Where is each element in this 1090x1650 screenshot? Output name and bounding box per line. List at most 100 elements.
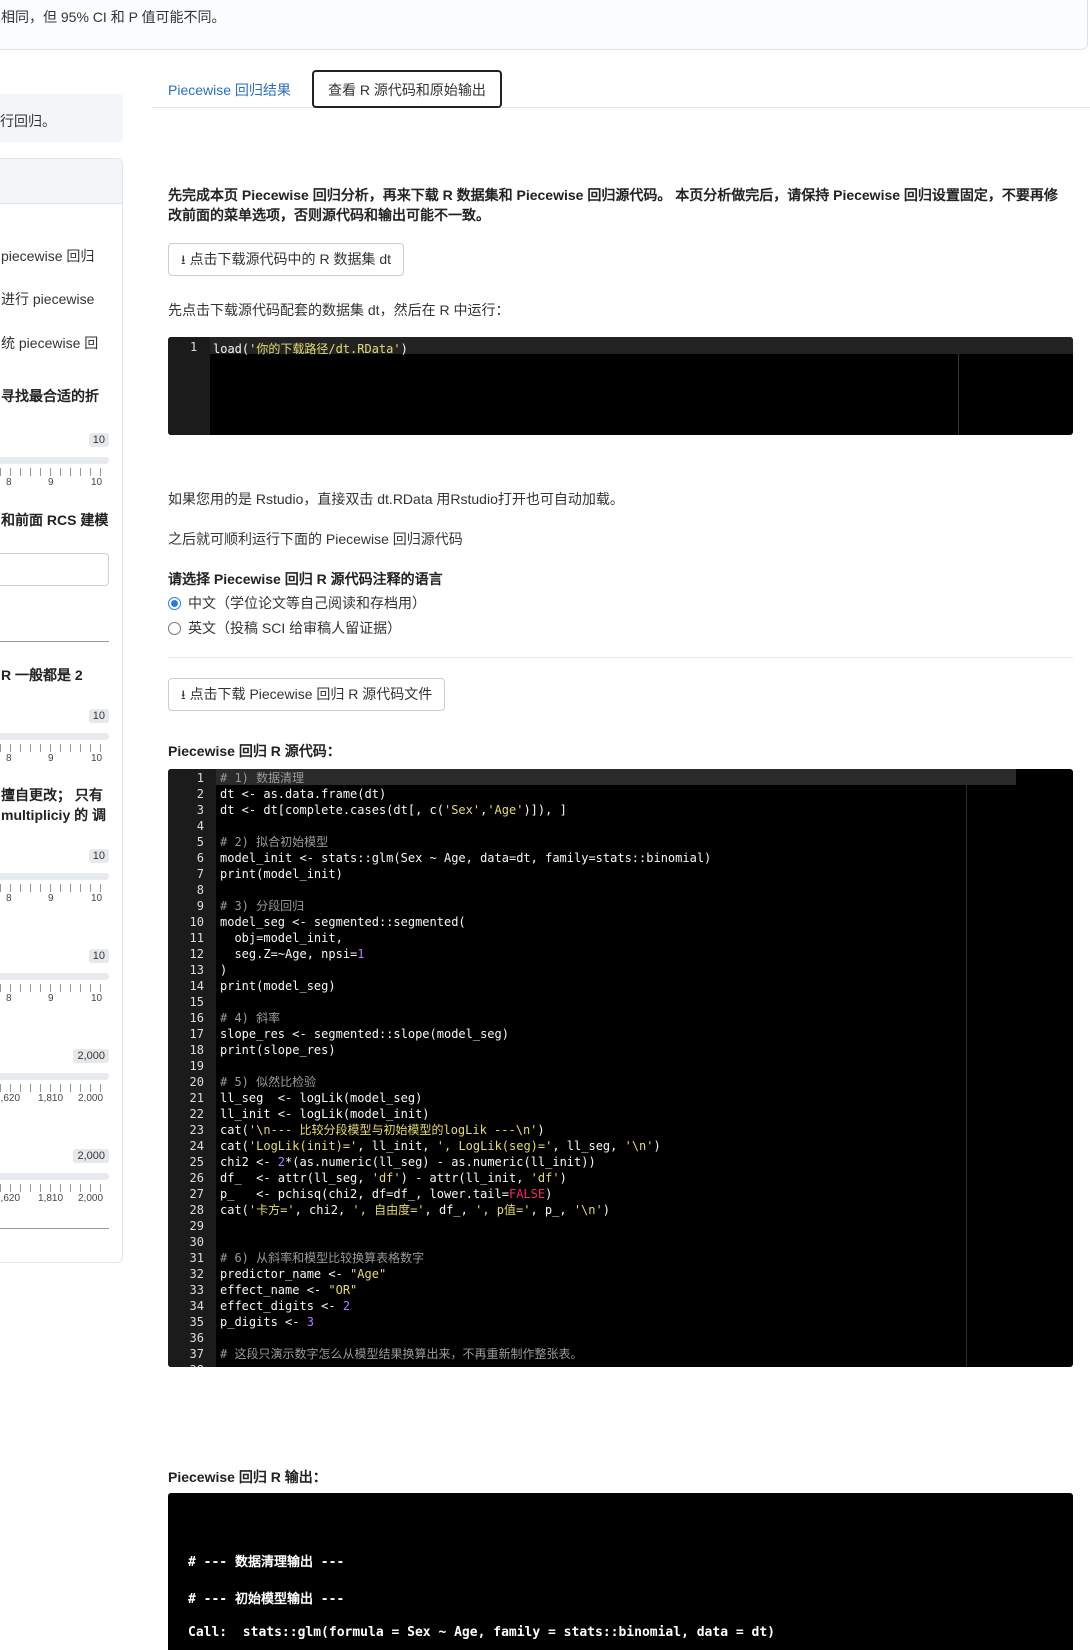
- line-number: 1: [190, 340, 198, 354]
- output-label: Piecewise 回归 R 输出：: [168, 1469, 327, 1485]
- slider-value-badge: 10: [88, 433, 109, 447]
- slider-tick-label: 10: [91, 893, 103, 904]
- line-number: 10: [189, 915, 204, 929]
- tab-piecewise-results[interactable]: Piecewise 回归结果: [168, 80, 291, 100]
- slider-track[interactable]: [0, 873, 109, 880]
- slider-track[interactable]: [0, 1073, 109, 1080]
- range-slider[interactable]: 10 8 9 10: [0, 709, 109, 764]
- line-number: 17: [189, 1027, 204, 1041]
- line-number: 24: [189, 1139, 204, 1153]
- radio-button-checked[interactable]: [168, 596, 181, 610]
- slider-ticks: [0, 984, 109, 992]
- output-line: Call: stats::glm(formula = Sex ~ Age, fa…: [188, 1625, 775, 1640]
- sidebar-divider: [0, 1228, 109, 1229]
- range-slider[interactable]: 2,000 1,620 1,810 2,000: [0, 1049, 109, 1104]
- line-number: 2: [196, 787, 204, 801]
- line-number: 28: [189, 1203, 204, 1217]
- line-number: 18: [189, 1043, 204, 1057]
- range-slider[interactable]: 2,000 1,620 1,810 2,000: [0, 1149, 109, 1204]
- range-slider[interactable]: 10 8 9 10: [0, 433, 109, 488]
- sidebar-text: 擅自更改； 只有: [1, 787, 103, 803]
- radio-button[interactable]: [168, 621, 181, 635]
- code-line: df_ <- attr(ll_seg, 'df') - attr(ll_init…: [220, 1171, 567, 1185]
- line-number: 26: [189, 1171, 204, 1185]
- slider-tick-label: 8: [6, 477, 12, 488]
- slider-tick-label: 2,000: [78, 1093, 104, 1104]
- code-line: print(slope_res): [220, 1043, 336, 1057]
- download-source-button[interactable]: ⭳ 点击下载 Piecewise 回归 R 源代码文件: [168, 678, 446, 711]
- sidebar-text: 寻找最合适的折: [1, 388, 99, 404]
- line-number: 14: [189, 979, 204, 993]
- rstudio-hint: 如果您用的是 Rstudio，直接双击 dt.RData 用Rstudio打开也…: [168, 491, 624, 507]
- slider-value-badge: 2,000: [73, 1149, 109, 1163]
- slider-ticks: [0, 468, 109, 476]
- slider-tick-label: 1,810: [38, 1093, 64, 1104]
- line-number: 16: [189, 1011, 204, 1025]
- line-number: 13: [189, 963, 204, 977]
- range-slider[interactable]: 10 8 9 10: [0, 949, 109, 1004]
- line-number: 25: [189, 1155, 204, 1169]
- line-number: 5: [196, 835, 204, 849]
- download-source-label: 点击下载 Piecewise 回归 R 源代码文件: [189, 686, 433, 702]
- sidebar-panel-header: [0, 159, 122, 204]
- info-alert: 相同，但 95% CI 和 P 值可能不同。: [0, 0, 1088, 50]
- radio-chinese[interactable]: 中文（学位论文等自己阅读和存档用）: [168, 593, 426, 613]
- code-line: ): [220, 963, 228, 977]
- slider-track[interactable]: [0, 973, 109, 980]
- code-line: # 这段只演示数字怎么从模型结果换算出来，不再重新制作整张表。: [220, 1347, 583, 1361]
- line-number: 30: [189, 1235, 204, 1249]
- slider-track[interactable]: [0, 457, 109, 464]
- line-number: 36: [189, 1331, 204, 1345]
- slider-tick-label: 9: [48, 893, 54, 904]
- code-line: # 1) 数据清理: [220, 771, 305, 785]
- code-line: p_digits <- 3: [220, 1315, 314, 1329]
- sidebar-text: 进行 piecewise: [1, 291, 95, 307]
- line-number: 35: [189, 1315, 204, 1329]
- line-number: 23: [189, 1123, 204, 1137]
- line-number: 9: [196, 899, 204, 913]
- section-divider: [168, 657, 1073, 658]
- slider-tick-label: 8: [6, 993, 12, 1004]
- intro-text-2: 改前面的菜单选项，否则源代码和输出可能不一致。: [168, 207, 490, 223]
- sidebar-input[interactable]: [0, 553, 109, 586]
- code-line: # 2) 拟合初始模型: [220, 835, 329, 849]
- download-dataset-label: 点击下载源代码中的 R 数据集 dt: [189, 251, 392, 267]
- code-line: load('你的下载路径/dt.RData'): [213, 342, 408, 356]
- slider-ticks: [0, 1184, 109, 1192]
- code-line: ll_seg <- logLik(model_seg): [220, 1091, 423, 1105]
- code-lines: # 1) 数据清理 dt <- as.data.frame(dt) dt <- dt…: [220, 769, 711, 1367]
- print-margin: [958, 354, 959, 435]
- source-code-editor[interactable]: 1 2 3 4 5 6 7 8 9 10 11 12 13 14 15 16 17 18 19 20 21 22 23 24 2…: [168, 769, 1073, 1367]
- code-line: seg.Z=~Age, npsi=1: [220, 947, 365, 961]
- slider-value-badge: 10: [88, 709, 109, 723]
- source-code-label: Piecewise 回归 R 源代码：: [168, 743, 341, 759]
- code-gutter: [168, 337, 210, 435]
- slider-track[interactable]: [0, 733, 109, 740]
- line-number: 33: [189, 1283, 204, 1297]
- sidebar-text: multipliciy 的 调: [1, 807, 107, 823]
- slider-tick-label: 9: [48, 477, 54, 488]
- slider-track[interactable]: [0, 1173, 109, 1180]
- radio-english[interactable]: 英文（投稿 SCI 给审稿人留证据）: [168, 618, 401, 638]
- line-number: 31: [189, 1251, 204, 1265]
- slider-tick-label: 8: [6, 753, 12, 764]
- line-number: 11: [189, 931, 204, 945]
- load-code-editor[interactable]: 1 load('你的下载路径/dt.RData'): [168, 337, 1073, 435]
- slider-tick-label: 10: [91, 753, 103, 764]
- info-alert-text: 相同，但 95% CI 和 P 值可能不同。: [1, 9, 226, 25]
- range-slider[interactable]: 10 8 9 10: [0, 849, 109, 904]
- tab-r-source[interactable]: 查看 R 源代码和原始输出: [312, 70, 502, 108]
- code-line: print(model_seg): [220, 979, 336, 993]
- slider-ticks: [0, 744, 109, 752]
- line-number: 7: [196, 867, 204, 881]
- slider-tick-label: 10: [91, 993, 103, 1004]
- line-number: 29: [189, 1219, 204, 1233]
- download-dataset-button[interactable]: ⭳ 点击下载源代码中的 R 数据集 dt: [168, 243, 405, 276]
- slider-tick-label: 1,620: [0, 1193, 21, 1204]
- sidebar-note-text: 行回归。: [0, 113, 56, 129]
- code-line: ll_init <- logLik(model_init): [220, 1107, 430, 1121]
- code-line: # 6) 从斜率和模型比较换算表格数字: [220, 1251, 425, 1265]
